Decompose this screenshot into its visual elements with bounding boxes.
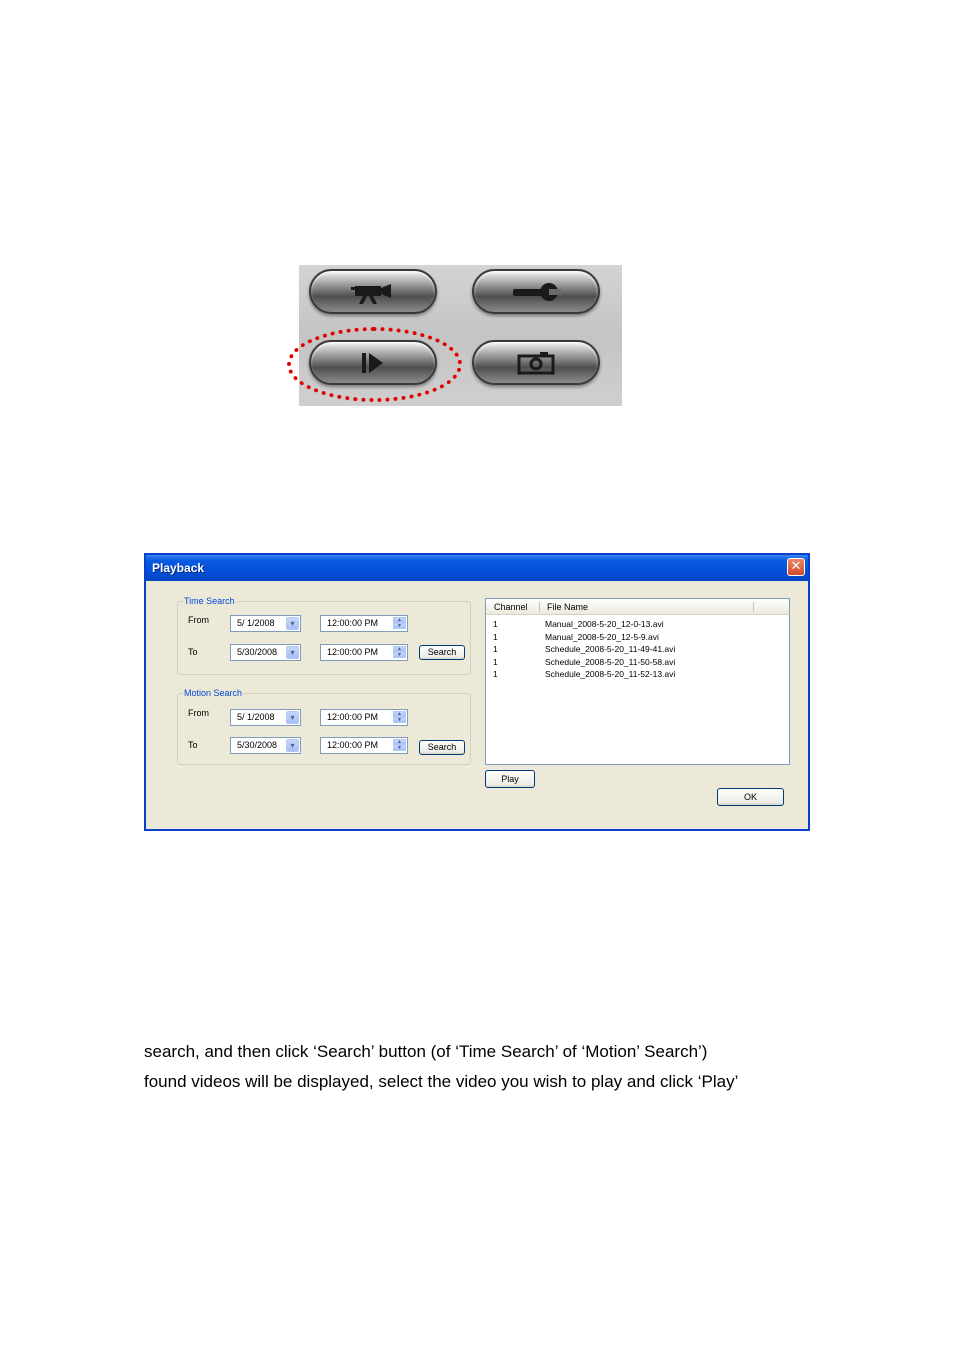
list-item-channel: 1 — [493, 656, 498, 667]
motion-from-date-picker[interactable]: 5/ 1/2008 ▾ — [230, 709, 301, 726]
chevron-down-icon[interactable]: ▾ — [286, 739, 299, 752]
motion-to-date-picker[interactable]: 5/30/2008 ▾ — [230, 737, 301, 754]
list-item-file: Manual_2008-5-20_12-5-9.avi — [545, 631, 659, 642]
spin-down-icon[interactable]: ▼ — [393, 717, 406, 723]
list-item-file: Manual_2008-5-20_12-0-13.avi — [545, 619, 664, 629]
close-icon: ✕ — [790, 559, 802, 574]
video-file-list[interactable]: Channel File Name 1 Manual_2008-5-20_12-… — [485, 598, 790, 765]
instruction-text-line-1: search, and then click ‘Search’ button (… — [144, 1042, 708, 1061]
time-to-time-value: 12:00:00 PM — [327, 647, 379, 657]
list-item[interactable]: 1 Schedule_2008-5-20_11-52-13.avi — [486, 668, 789, 680]
time-to-date-picker[interactable]: 5/30/2008 ▾ — [230, 644, 301, 661]
list-item-channel: 1 — [493, 619, 498, 629]
play-button[interactable]: Play — [485, 770, 535, 788]
motion-from-label: From — [188, 708, 209, 718]
settings-button[interactable] — [472, 269, 600, 314]
dialog-titlebar[interactable]: Playback ✕ — [146, 555, 808, 581]
time-spinner[interactable]: ▲ ▼ — [393, 739, 406, 752]
time-to-label: To — [188, 647, 198, 657]
time-from-date-value: 5/ 1/2008 — [237, 618, 275, 628]
spin-down-icon[interactable]: ▼ — [393, 652, 406, 658]
motion-search-group: Motion Search From 5/ 1/2008 ▾ 12:00:00 … — [177, 687, 471, 765]
time-from-time-value: 12:00:00 PM — [327, 618, 379, 628]
chevron-down-icon[interactable]: ▾ — [286, 711, 299, 724]
time-spinner[interactable]: ▲ ▼ — [393, 711, 406, 724]
instruction-text-line-2: found videos will be displayed, select t… — [144, 1072, 739, 1091]
motion-from-time-value: 12:00:00 PM — [327, 712, 379, 722]
motion-from-date-value: 5/ 1/2008 — [237, 712, 275, 722]
snapshot-camera-icon — [517, 351, 555, 374]
time-to-date-value: 5/30/2008 — [237, 647, 278, 657]
list-item-channel: 1 — [493, 631, 498, 642]
snapshot-button[interactable] — [472, 340, 600, 385]
time-from-time-field[interactable]: 12:00:00 PM ▲ ▼ — [320, 615, 408, 632]
motion-to-time-field[interactable]: 12:00:00 PM ▲ ▼ — [320, 737, 408, 754]
time-from-date-picker[interactable]: 5/ 1/2008 ▾ — [230, 615, 301, 632]
list-item-file: Schedule_2008-5-20_11-52-13.avi — [545, 669, 676, 679]
dialog-title: Playback — [152, 561, 205, 575]
list-item-channel: 1 — [493, 644, 498, 654]
list-header: Channel File Name — [486, 599, 789, 615]
list-item[interactable]: 1 Manual_2008-5-20_12-5-9.avi — [486, 631, 789, 643]
time-search-group: Time Search From 5/ 1/2008 ▾ 12:00:00 PM… — [177, 595, 471, 675]
list-item-file: Schedule_2008-5-20_11-49-41.avi — [545, 644, 676, 654]
motion-to-time-value: 12:00:00 PM — [327, 740, 379, 750]
chevron-down-icon[interactable]: ▾ — [286, 646, 299, 659]
motion-search-label: Motion Search — [183, 687, 244, 699]
time-search-label: Time Search — [183, 595, 236, 607]
video-camera-icon — [351, 283, 391, 304]
list-item[interactable]: 1 Manual_2008-5-20_12-0-13.avi — [486, 618, 789, 630]
ok-button[interactable]: OK — [717, 788, 784, 806]
list-item[interactable]: 1 Schedule_2008-5-20_11-49-41.avi — [486, 643, 789, 655]
close-button[interactable]: ✕ — [787, 558, 805, 576]
column-header-file-name[interactable]: File Name — [547, 599, 588, 615]
spin-down-icon[interactable]: ▼ — [393, 745, 406, 751]
column-divider[interactable] — [539, 602, 540, 612]
time-from-label: From — [188, 615, 209, 625]
record-button[interactable] — [309, 269, 437, 314]
time-spinner[interactable]: ▲ ▼ — [393, 617, 406, 630]
wrench-icon — [513, 282, 561, 301]
chevron-down-icon[interactable]: ▾ — [286, 617, 299, 630]
motion-search-button[interactable]: Search — [419, 740, 465, 755]
spin-down-icon[interactable]: ▼ — [393, 623, 406, 629]
playback-dialog: Playback ✕ Time Search From 5/ 1/2008 ▾ … — [144, 553, 810, 831]
column-header-channel[interactable]: Channel — [494, 599, 528, 615]
playback-highlight-ring — [287, 327, 462, 402]
list-item[interactable]: 1 Schedule_2008-5-20_11-50-58.avi — [486, 656, 789, 668]
column-divider[interactable] — [753, 602, 754, 612]
time-search-button[interactable]: Search — [419, 645, 465, 660]
motion-to-label: To — [188, 740, 198, 750]
motion-to-date-value: 5/30/2008 — [237, 740, 278, 750]
time-spinner[interactable]: ▲ ▼ — [393, 646, 406, 659]
time-to-time-field[interactable]: 12:00:00 PM ▲ ▼ — [320, 644, 408, 661]
motion-from-time-field[interactable]: 12:00:00 PM ▲ ▼ — [320, 709, 408, 726]
list-item-channel: 1 — [493, 669, 498, 679]
list-item-file: Schedule_2008-5-20_11-50-58.avi — [545, 656, 676, 667]
